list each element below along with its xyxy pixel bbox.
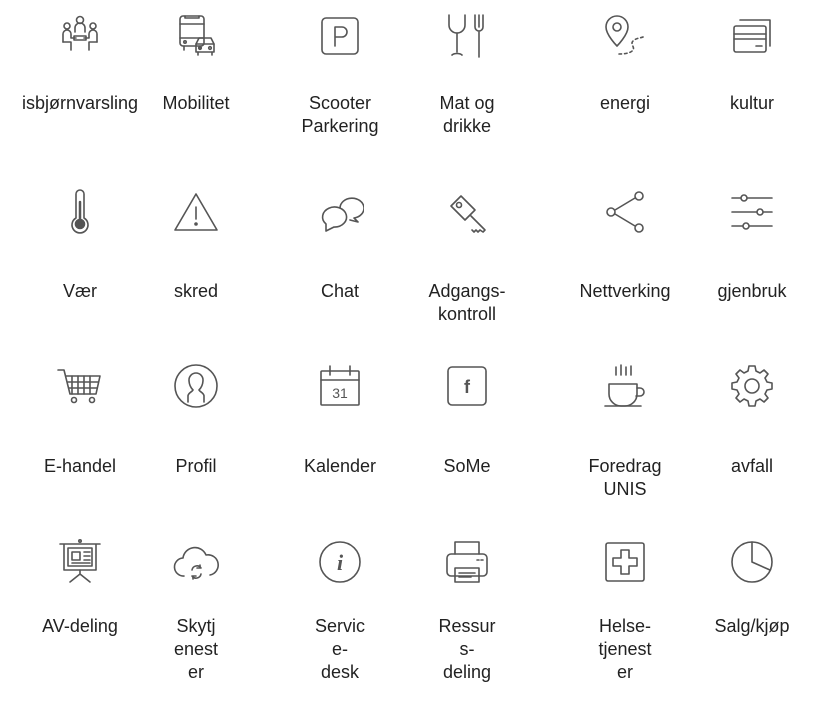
- service-icon-grid: isbjørnvarsling Mobilitet Scooter Parkering…: [0, 0, 817, 715]
- chat-bubbles-icon: [316, 188, 364, 236]
- cloud-sync-icon: [172, 538, 220, 586]
- share-icon: [601, 188, 649, 236]
- tile-label: gjenbruk: [717, 281, 787, 301]
- tile-label: Salg/kjøp: [714, 616, 790, 636]
- thermometer-icon: [56, 188, 104, 236]
- cards-icon: [728, 12, 776, 60]
- tile-label: Mat og drikke: [439, 93, 495, 136]
- tile-label: Scooter Parkering: [301, 93, 379, 136]
- glass-fork-icon: [443, 12, 491, 60]
- warning-icon: [172, 188, 220, 236]
- tile-label: Kalender: [303, 456, 377, 476]
- calendar-icon: 31: [316, 362, 364, 410]
- pie-chart-icon: [728, 538, 776, 586]
- info-icon: i: [316, 538, 364, 586]
- parking-icon: [316, 12, 364, 60]
- tile-label: energi: [599, 93, 651, 113]
- tile-label: isbjørnvarsling: [21, 93, 139, 113]
- medical-cross-icon: [601, 538, 649, 586]
- bus-car-icon: [172, 12, 220, 60]
- tile-label: Profil: [175, 456, 217, 476]
- meeting-people-icon: [56, 12, 104, 60]
- tile-label: Mobilitet: [162, 93, 230, 113]
- gear-icon: [728, 362, 776, 410]
- tile-label: AV-deling: [42, 616, 118, 636]
- svg-text:31: 31: [332, 385, 348, 401]
- profile-icon: [172, 362, 220, 410]
- presentation-icon: [56, 538, 104, 586]
- svg-text:f: f: [464, 377, 471, 397]
- tile-label: SoMe: [443, 456, 491, 476]
- tile-label: skred: [173, 281, 218, 301]
- cart-icon: [56, 362, 104, 410]
- tile-label: E-handel: [43, 456, 117, 476]
- svg-text:i: i: [337, 550, 344, 575]
- location-route-icon: [601, 12, 649, 60]
- tile-label: Chat: [320, 281, 360, 301]
- tile-label: Nettverking: [579, 281, 671, 301]
- coffee-cup-icon: [601, 362, 649, 410]
- tile-label: avfall: [730, 456, 774, 476]
- tile-label: Helse-tjenest er: [598, 616, 652, 682]
- tile-label: Foredrag UNIS: [588, 456, 662, 499]
- facebook-icon: f: [443, 362, 491, 410]
- tile-label: Adgangs-kontroll: [428, 281, 506, 324]
- tile-label: kultur: [729, 93, 774, 113]
- sliders-icon: [728, 188, 776, 236]
- printer-icon: [443, 538, 491, 586]
- tile-label: Skytj enest er: [173, 616, 219, 682]
- tile-label: Ressur s-deling: [438, 616, 496, 682]
- key-icon: [443, 188, 491, 236]
- tile-label: Vær: [62, 281, 97, 301]
- tile-label: Servic e-desk: [314, 616, 365, 682]
